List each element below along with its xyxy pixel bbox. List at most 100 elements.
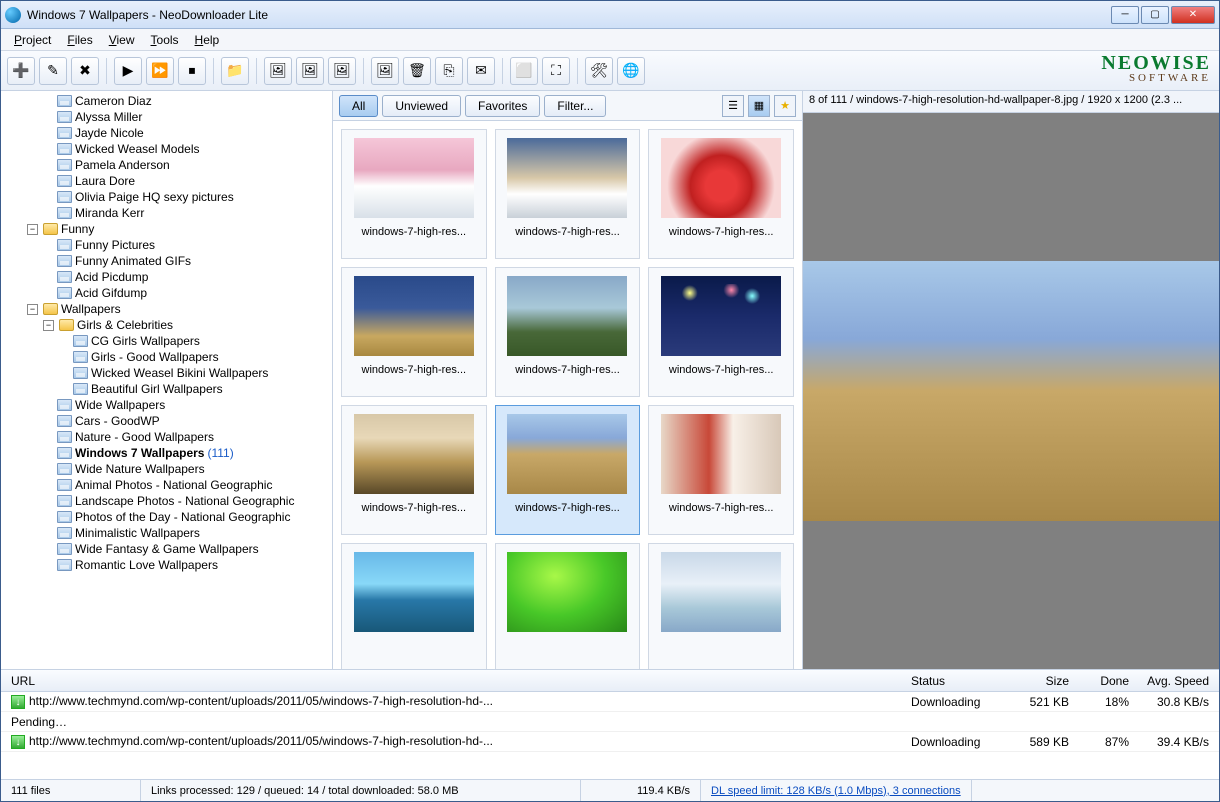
tree-item[interactable]: Wide Wallpapers — [75, 398, 165, 412]
menu-project[interactable]: Project — [7, 31, 58, 49]
close-button[interactable]: ✕ — [1171, 6, 1215, 24]
dl-size: 589 KB — [1005, 733, 1075, 751]
thumbnail-item[interactable]: windows-7-high-res... — [495, 129, 641, 259]
tree-item[interactable]: Alyssa Miller — [75, 110, 142, 124]
tree-item[interactable]: Cars - GoodWP — [75, 414, 160, 428]
tree-item[interactable]: Romantic Love Wallpapers — [75, 558, 218, 572]
filter-all-button[interactable]: All — [339, 95, 378, 117]
status-files: 111 files — [1, 780, 141, 801]
tree-item[interactable]: Beautiful Girl Wallpapers — [91, 382, 223, 396]
tree-item[interactable]: CG Girls Wallpapers — [91, 334, 200, 348]
img-copy-button[interactable]: ⎘ — [435, 57, 463, 85]
tree-item[interactable]: Animal Photos - National Geographic — [75, 478, 272, 492]
img-action-4-button[interactable]: 🖼 — [371, 57, 399, 85]
thumbnail-item[interactable]: windows-7-high-res... — [341, 129, 487, 259]
dl-speed: 39.4 KB/s — [1135, 733, 1215, 751]
maximize-button[interactable]: ▢ — [1141, 6, 1169, 24]
tree-folder[interactable]: Girls & Celebrities — [77, 318, 173, 332]
tree-item[interactable]: Funny Animated GIFs — [75, 254, 191, 268]
tree-item[interactable]: Laura Dore — [75, 174, 135, 188]
thumbnail-item[interactable]: windows-7-high-res... — [341, 405, 487, 535]
tree-item[interactable]: Wide Nature Wallpapers — [75, 462, 205, 476]
tree-item[interactable]: Jayde Nicole — [75, 126, 144, 140]
thumbnail-label: windows-7-high-res... — [346, 226, 482, 238]
thumbnail-item[interactable]: windows-7-high-res... — [341, 267, 487, 397]
tree-folder[interactable]: Wallpapers — [61, 302, 121, 316]
delete-button[interactable]: ✖ — [71, 57, 99, 85]
thumbnail-item[interactable]: windows-7-high-res... — [648, 405, 794, 535]
dl-size — [1005, 720, 1075, 724]
img-action-2-button[interactable]: 🖼 — [296, 57, 324, 85]
img-action-3-button[interactable]: 🖼 — [328, 57, 356, 85]
thumbnail-item[interactable]: windows-7-high-res... — [495, 267, 641, 397]
menu-help[interactable]: Help — [188, 31, 227, 49]
dl-url: ↓http://www.techmynd.com/wp-content/uplo… — [5, 692, 905, 711]
thumbnail-item[interactable] — [495, 543, 641, 669]
img-action-1-button[interactable]: 🖼 — [264, 57, 292, 85]
stop-button[interactable]: ⏹ — [178, 57, 206, 85]
web-button[interactable]: 🌐 — [617, 57, 645, 85]
menu-files[interactable]: Files — [60, 31, 99, 49]
tree-item[interactable]: Acid Gifdump — [75, 286, 147, 300]
tree-item[interactable]: Wide Fantasy & Game Wallpapers — [75, 542, 259, 556]
thumbnail-item[interactable]: windows-7-high-res... — [648, 267, 794, 397]
play-all-button[interactable]: ⏩ — [146, 57, 174, 85]
tree-item[interactable]: Minimalistic Wallpapers — [75, 526, 200, 540]
new-project-button[interactable]: ➕ — [7, 57, 35, 85]
download-row[interactable]: Pending… — [1, 712, 1219, 732]
view-fav-button[interactable]: ★ — [774, 95, 796, 117]
tree-item[interactable]: Acid Picdump — [75, 270, 148, 284]
status-speed-limit-link[interactable]: DL speed limit: 128 KB/s (1.0 Mbps), 3 c… — [701, 780, 972, 801]
thumbnail-item[interactable] — [648, 543, 794, 669]
minimize-button[interactable]: ─ — [1111, 6, 1139, 24]
filter-custom-button[interactable]: Filter... — [544, 95, 606, 117]
tree-item[interactable]: Wicked Weasel Bikini Wallpapers — [91, 366, 268, 380]
tree-item[interactable]: Landscape Photos - National Geographic — [75, 494, 294, 508]
window-button[interactable]: ⬜ — [510, 57, 538, 85]
tree-item[interactable]: Pamela Anderson — [75, 158, 170, 172]
thumbnail-item[interactable]: windows-7-high-res... — [495, 405, 641, 535]
tree-item[interactable]: Funny Pictures — [75, 238, 155, 252]
fullscreen-button[interactable]: ⛶ — [542, 57, 570, 85]
play-button[interactable]: ▶ — [114, 57, 142, 85]
settings-button[interactable]: 🛠 — [585, 57, 613, 85]
thumbnail-label: windows-7-high-res... — [653, 226, 789, 238]
titlebar[interactable]: Windows 7 Wallpapers - NeoDownloader Lit… — [1, 1, 1219, 29]
project-tree-panel[interactable]: Cameron Diaz Alyssa Miller Jayde Nicole Wic… — [1, 91, 333, 669]
col-speed[interactable]: Avg. Speed — [1135, 672, 1215, 690]
preview-area[interactable] — [803, 113, 1219, 669]
col-status[interactable]: Status — [905, 672, 1005, 690]
downloads-header[interactable]: URL Status Size Done Avg. Speed — [1, 670, 1219, 692]
tree-folder[interactable]: Funny — [61, 222, 94, 236]
menu-view[interactable]: View — [102, 31, 142, 49]
tree-item[interactable]: Wicked Weasel Models — [75, 142, 200, 156]
tree-item[interactable]: Nature - Good Wallpapers — [75, 430, 214, 444]
tree-item[interactable]: Windows 7 Wallpapers — [75, 446, 204, 460]
tree-item[interactable]: Cameron Diaz — [75, 94, 152, 108]
expand-icon[interactable]: − — [27, 304, 38, 315]
filter-favorites-button[interactable]: Favorites — [465, 95, 540, 117]
edit-button[interactable]: ✎ — [39, 57, 67, 85]
tree-item[interactable]: Olivia Paige HQ sexy pictures — [75, 190, 234, 204]
img-delete-button[interactable]: 🗑 — [403, 57, 431, 85]
tree-item[interactable]: Miranda Kerr — [75, 206, 144, 220]
view-thumbs-button[interactable]: ▦ — [748, 95, 770, 117]
tree-item[interactable]: Photos of the Day - National Geographic — [75, 510, 290, 524]
downloads-body[interactable]: ↓http://www.techmynd.com/wp-content/uplo… — [1, 692, 1219, 779]
menu-tools[interactable]: Tools — [144, 31, 186, 49]
thumbnail-item[interactable]: windows-7-high-res... — [648, 129, 794, 259]
thumbnail-grid[interactable]: windows-7-high-res...windows-7-high-res.… — [333, 121, 802, 669]
expand-icon[interactable]: − — [27, 224, 38, 235]
view-list-button[interactable]: ☰ — [722, 95, 744, 117]
col-size[interactable]: Size — [1005, 672, 1075, 690]
expand-icon[interactable]: − — [43, 320, 54, 331]
thumbnail-item[interactable] — [341, 543, 487, 669]
download-row[interactable]: ↓http://www.techmynd.com/wp-content/uplo… — [1, 692, 1219, 712]
tree-item[interactable]: Girls - Good Wallpapers — [91, 350, 219, 364]
filter-unviewed-button[interactable]: Unviewed — [382, 95, 461, 117]
download-row[interactable]: ↓http://www.techmynd.com/wp-content/uplo… — [1, 732, 1219, 752]
col-url[interactable]: URL — [5, 672, 905, 690]
col-done[interactable]: Done — [1075, 672, 1135, 690]
open-folder-button[interactable]: 📁 — [221, 57, 249, 85]
img-mail-button[interactable]: ✉ — [467, 57, 495, 85]
